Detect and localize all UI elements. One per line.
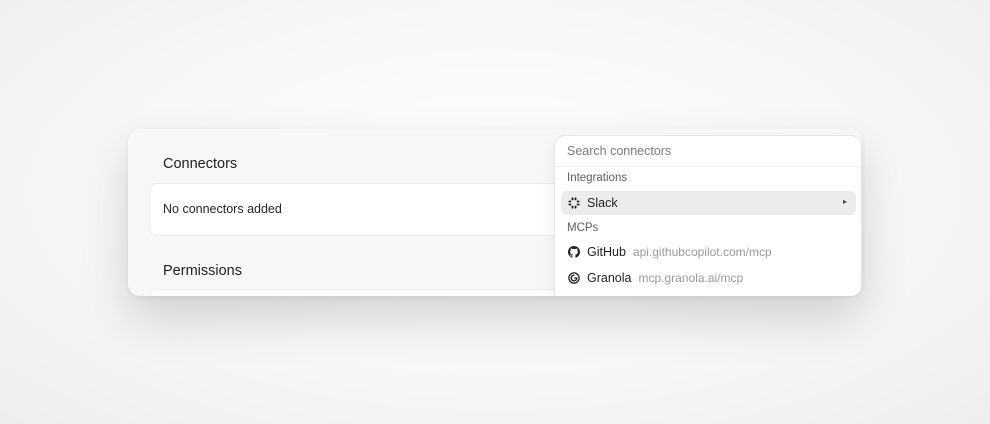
connectors-empty-box: No connectors added xyxy=(150,184,570,235)
connector-dropdown: Integrations Slack ▸ MCPs xyxy=(555,136,861,296)
granola-url: mcp.granola.ai/mcp xyxy=(638,271,744,285)
connectors-title: Connectors xyxy=(163,156,238,172)
github-label: GitHub xyxy=(587,245,626,259)
granola-label: Granola xyxy=(587,271,632,285)
search-bar xyxy=(555,136,861,167)
dropdown-item-slack[interactable]: Slack ▸ xyxy=(561,191,856,215)
granola-icon xyxy=(567,271,581,285)
github-url: api.githubcopilot.com/mcp xyxy=(632,245,772,259)
search-connectors-input[interactable] xyxy=(567,143,847,159)
github-icon xyxy=(567,245,581,259)
permissions-box xyxy=(150,290,570,296)
slack-label: Slack xyxy=(587,196,618,210)
settings-card: Connectors No connectors added Permissio… xyxy=(128,129,862,296)
slack-icon xyxy=(567,196,581,210)
connectors-empty-text: No connectors added xyxy=(163,202,282,216)
permissions-title: Permissions xyxy=(163,263,242,279)
mcps-label: MCPs xyxy=(567,222,599,234)
dropdown-item-granola[interactable]: Granola mcp.granola.ai/mcp xyxy=(561,266,856,290)
integrations-label: Integrations xyxy=(567,172,628,184)
dropdown-item-github[interactable]: GitHub api.githubcopilot.com/mcp xyxy=(561,240,856,264)
submenu-arrow-icon: ▸ xyxy=(842,197,847,206)
